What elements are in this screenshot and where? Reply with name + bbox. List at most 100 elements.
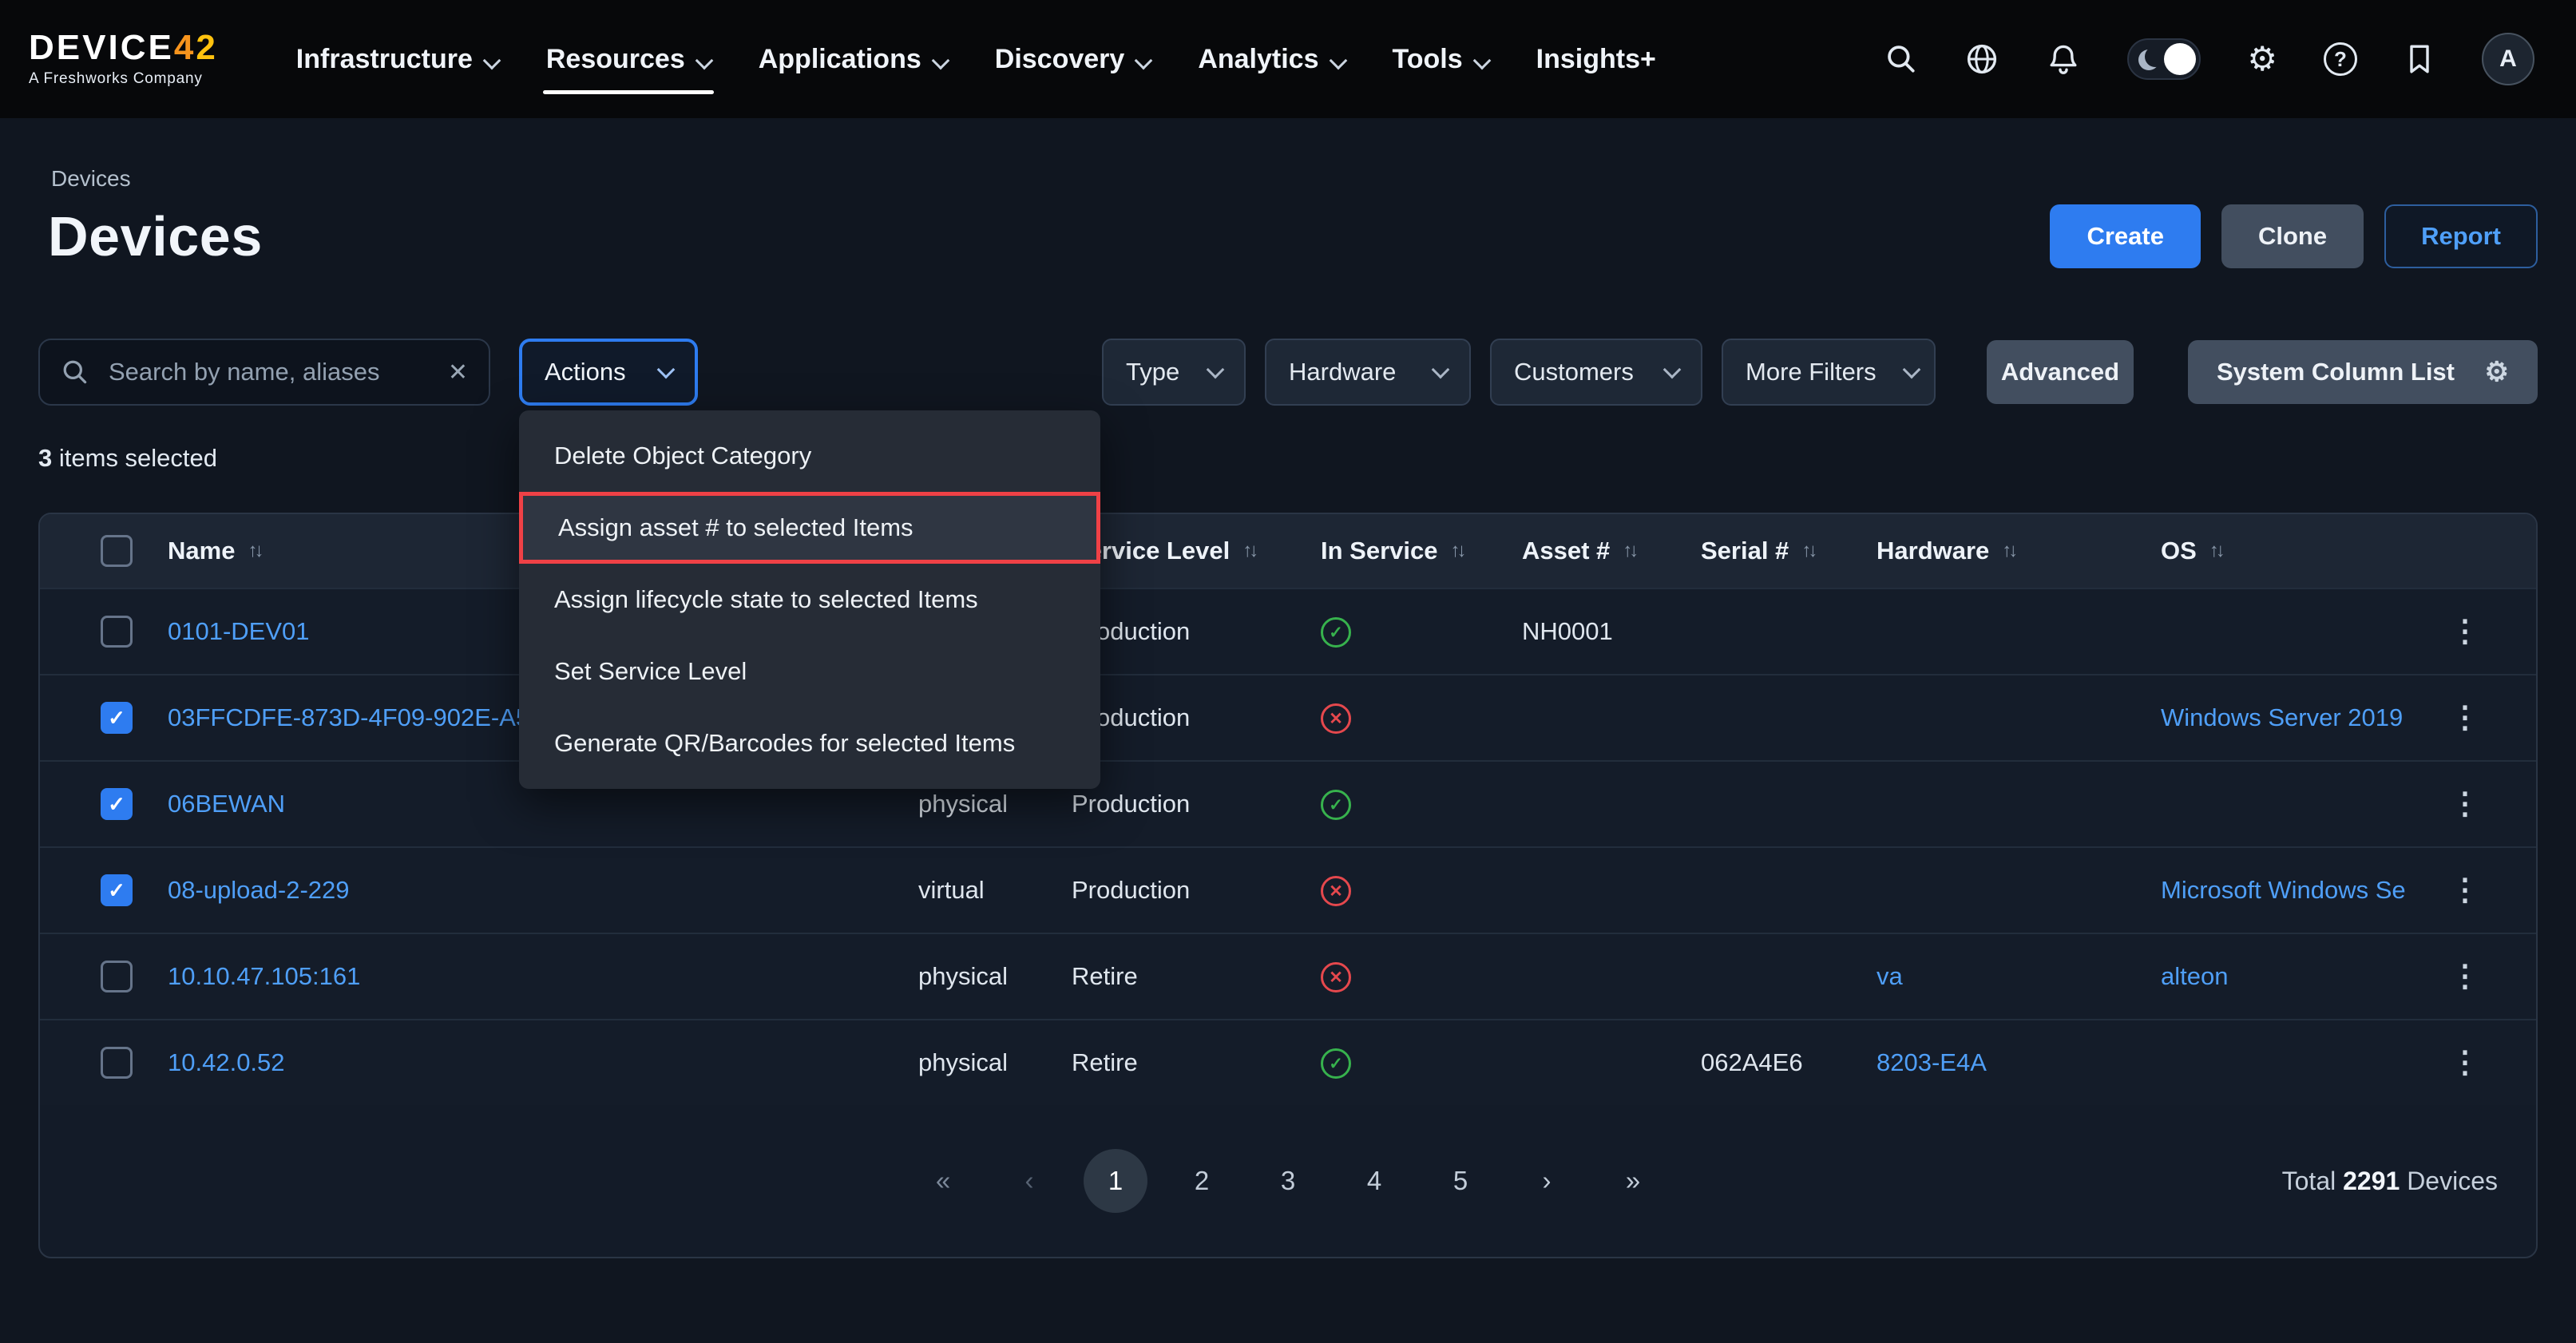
notifications-bell-icon[interactable] (2046, 42, 2081, 77)
globe-icon[interactable] (1964, 42, 1999, 77)
in-service-icon: ✕ (1321, 876, 1351, 906)
row-menu-button[interactable] (2440, 875, 2490, 905)
column-header-asset[interactable]: Asset # (1522, 537, 1701, 565)
table-row: 10.10.47.105:161 physical Retire ✕ va al… (40, 933, 2536, 1019)
nav-item-tools[interactable]: Tools (1369, 0, 1512, 118)
device-name-link[interactable]: 06BEWAN (168, 790, 285, 818)
nav-item-insights[interactable]: Insights+ (1512, 0, 1680, 118)
service-level-cell: Production (1072, 790, 1321, 818)
bookmark-icon[interactable] (2404, 42, 2435, 76)
filter-customers[interactable]: Customers (1490, 339, 1702, 406)
table-row: 08-upload-2-229 virtual Production ✕ Mic… (40, 846, 2536, 933)
in-service-icon: ✕ (1321, 703, 1351, 734)
nav-item-infrastructure[interactable]: Infrastructure (272, 0, 522, 118)
chevron-down-icon (1663, 361, 1682, 379)
search-input[interactable] (105, 356, 432, 388)
table-row: 03FFCDFE-873D-4F09-902E-A51D Production … (40, 674, 2536, 760)
menu-item-set-service-level[interactable]: Set Service Level (519, 636, 1100, 707)
devices-table: Name Type Service Level In Service Asset… (38, 513, 2538, 1258)
menu-item-assign-asset-number[interactable]: Assign asset # to selected Items (519, 492, 1100, 564)
device-name-link[interactable]: 03FFCDFE-873D-4F09-902E-A51D (168, 703, 561, 731)
column-header-serial[interactable]: Serial # (1701, 537, 1877, 565)
row-menu-button[interactable] (2440, 961, 2490, 992)
nav-item-applications[interactable]: Applications (735, 0, 971, 118)
previous-page-button[interactable]: ‹ (997, 1149, 1061, 1213)
user-avatar[interactable]: A (2482, 33, 2534, 85)
select-all-checkbox[interactable] (101, 535, 133, 567)
row-checkbox[interactable] (101, 616, 133, 648)
service-level-cell: Retire (1072, 962, 1321, 991)
row-checkbox[interactable] (101, 961, 133, 992)
os-cell: alteon (2161, 962, 2419, 991)
os-link[interactable]: alteon (2161, 962, 2228, 990)
os-link[interactable]: Microsoft Windows Se (2161, 876, 2406, 904)
nav-item-analytics[interactable]: Analytics (1174, 0, 1368, 118)
row-menu-button[interactable] (2440, 789, 2490, 819)
menu-item-delete-object-category[interactable]: Delete Object Category (519, 420, 1100, 492)
row-checkbox[interactable] (101, 1047, 133, 1079)
logo-wordmark: DEVICE42 (29, 30, 218, 65)
column-header-hardware[interactable]: Hardware (1877, 537, 2161, 565)
service-level-cell: Production (1072, 703, 1321, 732)
sort-icon (248, 540, 260, 562)
type-cell: physical (918, 1048, 1072, 1077)
total-count-label: Total 2291 Devices (2282, 1167, 2498, 1196)
advanced-button[interactable]: Advanced (1987, 340, 2134, 404)
filter-hardware[interactable]: Hardware (1265, 339, 1471, 406)
device42-app: DEVICE42 A Freshworks Company Infrastruc… (0, 0, 2576, 1343)
nav-item-resources[interactable]: Resources (522, 0, 735, 118)
row-checkbox[interactable] (101, 702, 133, 734)
device-name-link[interactable]: 0101-DEV01 (168, 617, 310, 645)
system-column-list-button[interactable]: System Column List (2188, 340, 2538, 404)
hardware-link[interactable]: 8203-E4A (1877, 1048, 1987, 1076)
device-name-link[interactable]: 08-upload-2-229 (168, 876, 350, 904)
help-icon[interactable] (2324, 42, 2357, 76)
chevron-down-icon (1902, 361, 1920, 379)
first-page-button[interactable]: « (911, 1149, 975, 1213)
report-button[interactable]: Report (2384, 204, 2538, 268)
menu-item-assign-lifecycle-state[interactable]: Assign lifecycle state to selected Items (519, 564, 1100, 636)
clear-search-icon[interactable] (448, 359, 468, 386)
page-button-5[interactable]: 5 (1429, 1149, 1492, 1213)
row-menu-button[interactable] (2440, 703, 2490, 733)
next-page-button[interactable]: › (1515, 1149, 1579, 1213)
row-checkbox[interactable] (101, 874, 133, 906)
device42-logo[interactable]: DEVICE42 A Freshworks Company (29, 0, 218, 118)
hardware-link[interactable]: va (1877, 962, 1903, 990)
actions-dropdown-button[interactable]: Actions (519, 339, 698, 406)
page-button-3[interactable]: 3 (1256, 1149, 1320, 1213)
moon-icon (2138, 50, 2159, 70)
filter-type[interactable]: Type (1102, 339, 1246, 406)
theme-toggle[interactable] (2127, 38, 2201, 80)
page-button-1[interactable]: 1 (1084, 1149, 1147, 1213)
page-button-4[interactable]: 4 (1342, 1149, 1406, 1213)
column-header-os[interactable]: OS (2161, 537, 2419, 565)
row-menu-button[interactable] (2440, 1048, 2490, 1078)
chevron-down-icon (931, 52, 949, 70)
device-name-link[interactable]: 10.10.47.105:161 (168, 962, 360, 990)
main-content: Devices Devices Create Clone Report Acti… (0, 166, 2576, 1258)
breadcrumb[interactable]: Devices (51, 166, 131, 192)
column-header-service-level[interactable]: Service Level (1072, 537, 1321, 565)
clone-button[interactable]: Clone (2221, 204, 2364, 268)
nav-item-discovery[interactable]: Discovery (971, 0, 1175, 118)
hardware-cell: 8203-E4A (1877, 1048, 2161, 1077)
create-button[interactable]: Create (2050, 204, 2201, 268)
row-checkbox[interactable] (101, 788, 133, 820)
search-icon[interactable] (1884, 42, 1918, 76)
os-link[interactable]: Windows Server 2019 (2161, 703, 2403, 731)
row-menu-button[interactable] (2440, 616, 2490, 647)
page-button-2[interactable]: 2 (1170, 1149, 1234, 1213)
chevron-down-icon (1329, 52, 1347, 70)
menu-item-generate-qr-barcodes[interactable]: Generate QR/Barcodes for selected Items (519, 707, 1100, 779)
toggle-knob (2164, 43, 2196, 75)
main-nav: Infrastructure Resources Applications Di… (272, 0, 1680, 118)
column-header-in-service[interactable]: In Service (1321, 537, 1522, 565)
device-name-link[interactable]: 10.42.0.52 (168, 1048, 285, 1076)
selection-summary: 3 items selected (38, 444, 2538, 473)
settings-gear-icon[interactable] (2247, 42, 2277, 76)
last-page-button[interactable]: » (1601, 1149, 1665, 1213)
pagination-bar: « ‹ 1 2 3 4 5 › » Total 2291 Devices (40, 1105, 2536, 1257)
service-level-cell: Production (1072, 617, 1321, 646)
filter-more-filters[interactable]: More Filters (1722, 339, 1936, 406)
